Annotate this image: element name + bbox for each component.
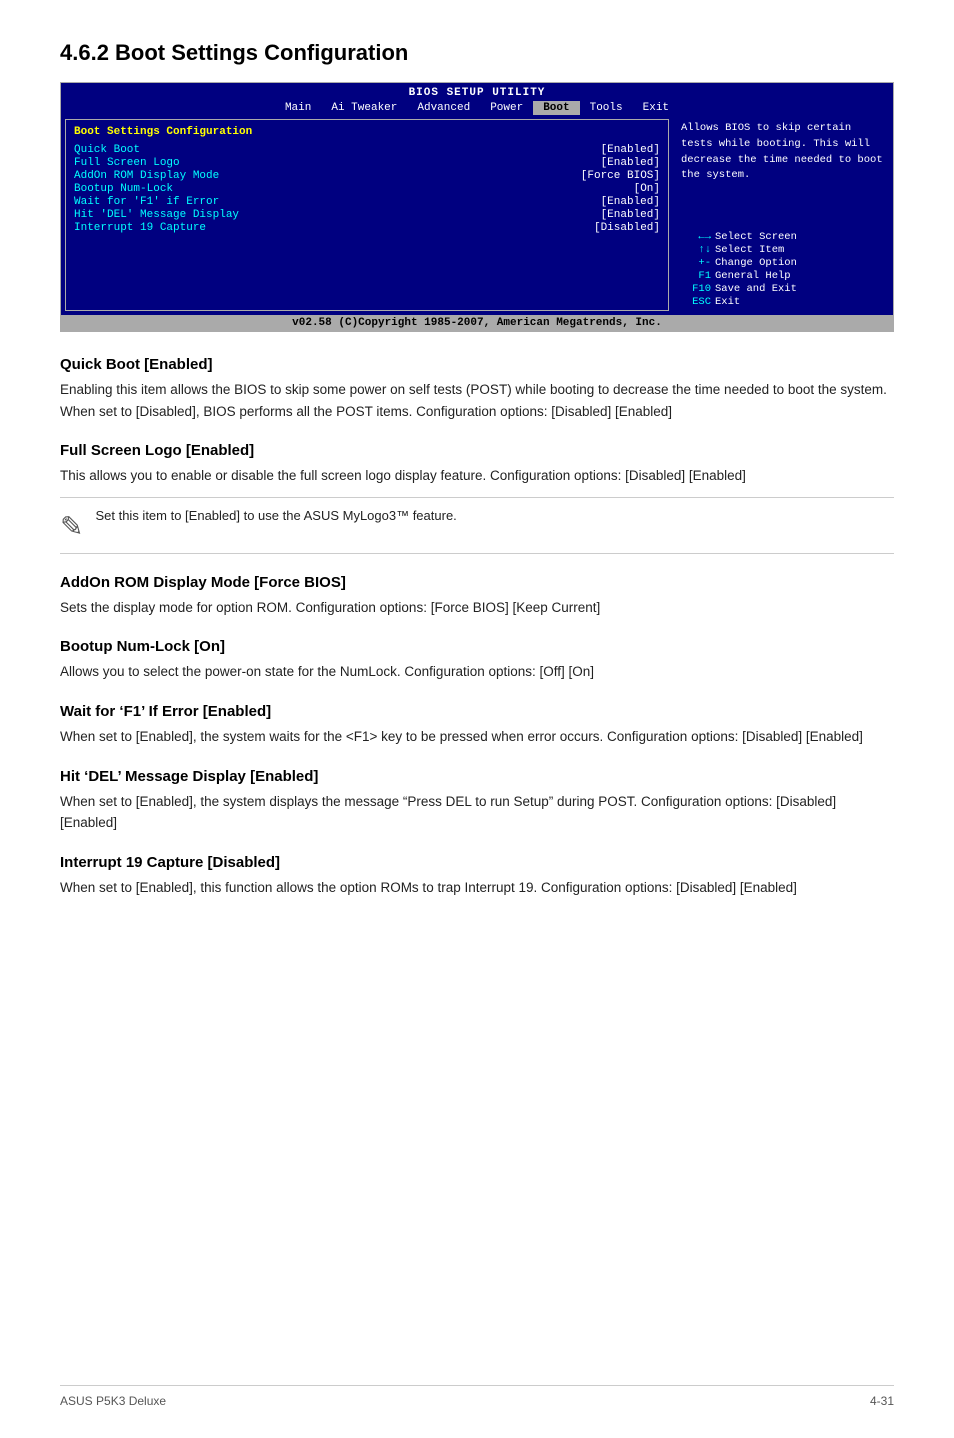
bios-key-row-help: F1 General Help xyxy=(681,270,885,282)
bios-key-desc-screen: Select Screen xyxy=(715,231,797,243)
bios-item-numlock[interactable]: Bootup Num-Lock [On] xyxy=(74,183,660,195)
section-body-interrupt-19: When set to [Enabled], this function all… xyxy=(60,877,894,899)
section-interrupt-19: Interrupt 19 Capture [Disabled] When set… xyxy=(60,854,894,899)
section-full-screen-logo: Full Screen Logo [Enabled] This allows y… xyxy=(60,442,894,487)
bios-item-value-wait-f1: [Enabled] xyxy=(601,196,660,208)
bios-footer: v02.58 (C)Copyright 1985-2007, American … xyxy=(61,315,893,331)
bios-tab-ai[interactable]: Ai Tweaker xyxy=(321,101,407,115)
section-addon-rom: AddOn ROM Display Mode [Force BIOS] Sets… xyxy=(60,574,894,619)
bios-item-value-interrupt: [Disabled] xyxy=(594,222,660,234)
bios-right-panel: Allows BIOS to skip certain tests while … xyxy=(673,115,893,315)
bios-screen: BIOS SETUP UTILITY Main Ai Tweaker Advan… xyxy=(60,82,894,332)
bios-item-value-addon-rom: [Force BIOS] xyxy=(581,170,660,182)
section-heading-wait-f1: Wait for ‘F1’ If Error [Enabled] xyxy=(60,703,894,720)
bios-item-label-full-screen: Full Screen Logo xyxy=(74,157,180,169)
bios-header-title: BIOS SETUP UTILITY xyxy=(409,87,546,99)
bios-key-row-exit: ESC Exit xyxy=(681,296,885,308)
bios-item-hit-del[interactable]: Hit 'DEL' Message Display [Enabled] xyxy=(74,209,660,221)
bios-key-row-save: F10 Save and Exit xyxy=(681,283,885,295)
bios-item-label-interrupt: Interrupt 19 Capture xyxy=(74,222,206,234)
bios-key-sym-help: F1 xyxy=(681,270,711,282)
note-text: Set this item to [Enabled] to use the AS… xyxy=(95,508,456,523)
bios-tab-bar: Main Ai Tweaker Advanced Power Boot Tool… xyxy=(61,101,893,115)
bios-tab-power[interactable]: Power xyxy=(480,101,533,115)
section-body-hit-del: When set to [Enabled], the system displa… xyxy=(60,791,894,834)
bios-key-row-item: ↑↓ Select Item xyxy=(681,244,885,256)
page-title: 4.6.2 Boot Settings Configuration xyxy=(60,40,894,66)
section-body-addon-rom: Sets the display mode for option ROM. Co… xyxy=(60,597,894,619)
bios-left-title: Boot Settings Configuration xyxy=(74,126,660,138)
bios-item-label-hit-del: Hit 'DEL' Message Display xyxy=(74,209,239,221)
section-wait-f1: Wait for ‘F1’ If Error [Enabled] When se… xyxy=(60,703,894,748)
section-hit-del: Hit ‘DEL’ Message Display [Enabled] When… xyxy=(60,768,894,834)
bios-key-desc-item: Select Item xyxy=(715,244,784,256)
section-heading-bootup-numlock: Bootup Num-Lock [On] xyxy=(60,638,894,655)
bios-key-desc-help: General Help xyxy=(715,270,791,282)
page-footer: ASUS P5K3 Deluxe 4-31 xyxy=(60,1385,894,1408)
bios-item-addon-rom[interactable]: AddOn ROM Display Mode [Force BIOS] xyxy=(74,170,660,182)
bios-key-row-screen: ←→ Select Screen xyxy=(681,231,885,243)
section-heading-quick-boot: Quick Boot [Enabled] xyxy=(60,356,894,373)
bios-key-sym-screen: ←→ xyxy=(681,231,711,243)
section-quick-boot: Quick Boot [Enabled] Enabling this item … xyxy=(60,356,894,422)
bios-key-sym-exit: ESC xyxy=(681,296,711,308)
section-body-full-screen-logo: This allows you to enable or disable the… xyxy=(60,465,894,487)
bios-help-text: Allows BIOS to skip certain tests while … xyxy=(681,121,885,184)
bios-tab-boot[interactable]: Boot xyxy=(533,101,579,115)
bios-item-quick-boot[interactable]: Quick Boot [Enabled] xyxy=(74,144,660,156)
section-heading-addon-rom: AddOn ROM Display Mode [Force BIOS] xyxy=(60,574,894,591)
bios-item-value-hit-del: [Enabled] xyxy=(601,209,660,221)
bios-key-desc-exit: Exit xyxy=(715,296,740,308)
bios-item-label-addon-rom: AddOn ROM Display Mode xyxy=(74,170,219,182)
bios-key-row-change: +- Change Option xyxy=(681,257,885,269)
bios-keys: ←→ Select Screen ↑↓ Select Item +- Chang… xyxy=(681,231,885,309)
section-body-wait-f1: When set to [Enabled], the system waits … xyxy=(60,726,894,748)
section-body-quick-boot: Enabling this item allows the BIOS to sk… xyxy=(60,379,894,422)
bios-key-sym-change: +- xyxy=(681,257,711,269)
footer-left: ASUS P5K3 Deluxe xyxy=(60,1394,166,1408)
bios-item-label-numlock: Bootup Num-Lock xyxy=(74,183,173,195)
bios-item-interrupt[interactable]: Interrupt 19 Capture [Disabled] xyxy=(74,222,660,234)
bios-tab-main[interactable]: Main xyxy=(275,101,321,115)
bios-tab-tools[interactable]: Tools xyxy=(580,101,633,115)
bios-item-wait-f1[interactable]: Wait for 'F1' if Error [Enabled] xyxy=(74,196,660,208)
bios-item-value-numlock: [On] xyxy=(634,183,660,195)
footer-right: 4-31 xyxy=(870,1394,894,1408)
bios-tab-advanced[interactable]: Advanced xyxy=(407,101,480,115)
bios-item-full-screen[interactable]: Full Screen Logo [Enabled] xyxy=(74,157,660,169)
section-heading-full-screen-logo: Full Screen Logo [Enabled] xyxy=(60,442,894,459)
bios-item-label-wait-f1: Wait for 'F1' if Error xyxy=(74,196,219,208)
bios-tab-exit[interactable]: Exit xyxy=(633,101,679,115)
section-body-bootup-numlock: Allows you to select the power-on state … xyxy=(60,661,894,683)
bios-header: BIOS SETUP UTILITY xyxy=(61,83,893,101)
bios-key-desc-change: Change Option xyxy=(715,257,797,269)
section-bootup-numlock: Bootup Num-Lock [On] Allows you to selec… xyxy=(60,638,894,683)
bios-body: Boot Settings Configuration Quick Boot [… xyxy=(61,115,893,315)
section-heading-interrupt-19: Interrupt 19 Capture [Disabled] xyxy=(60,854,894,871)
bios-item-label-quick-boot: Quick Boot xyxy=(74,144,140,156)
bios-key-desc-save: Save and Exit xyxy=(715,283,797,295)
bios-item-value-quick-boot: [Enabled] xyxy=(601,144,660,156)
note-box: ✎ Set this item to [Enabled] to use the … xyxy=(60,497,894,554)
bios-key-sym-save: F10 xyxy=(681,283,711,295)
pencil-icon: ✎ xyxy=(60,510,83,543)
bios-key-sym-item: ↑↓ xyxy=(681,244,711,256)
bios-left-panel: Boot Settings Configuration Quick Boot [… xyxy=(65,119,669,311)
section-heading-hit-del: Hit ‘DEL’ Message Display [Enabled] xyxy=(60,768,894,785)
bios-item-value-full-screen: [Enabled] xyxy=(601,157,660,169)
